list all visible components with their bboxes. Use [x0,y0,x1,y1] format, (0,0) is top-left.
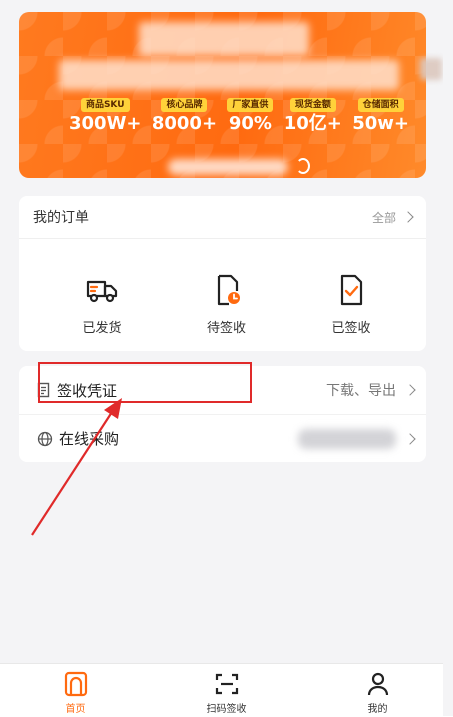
orders-header: 我的订单 全部 [19,196,426,239]
stat-sku: 商品SKU 300W+ [69,98,142,134]
arc-icon [296,158,310,174]
globe-icon [37,431,53,446]
stat-value: 10亿+ [283,113,342,134]
row-left: 签收凭证 [37,380,117,401]
row-label: 签收凭证 [57,381,118,400]
links-card: 签收凭证 下载、导出 在线采购 [19,366,426,462]
online-purchase-row[interactable]: 在线采购 [19,414,426,462]
stat-label: 核心品牌 [161,98,208,112]
pending-doc-icon [217,274,240,306]
banner-cta-button[interactable] [164,155,312,178]
tab-mine[interactable]: 我的 [318,664,438,717]
stat-value: 8000+ [151,113,218,134]
row-right: 下载、导出 [326,380,416,400]
stat-brands: 核心品牌 8000+ [152,98,217,134]
order-status-signed[interactable]: 已签收 [316,273,386,336]
order-status-label: 待签收 [206,321,246,336]
chevron-right-icon [404,432,416,445]
window-edge [443,0,453,716]
truck-icon [86,280,118,303]
stat-warehouse: 仓储面积 50w+ [352,98,409,134]
stat-label: 厂家直供 [227,98,274,112]
promo-banner[interactable]: 商品SKU 300W+ 核心品牌 8000+ 厂家直供 90% 现货金额 10亿… [19,12,426,178]
order-status-label: 已发货 [82,321,122,336]
receipt-icon [37,382,50,398]
stat-value: 90% [228,113,272,134]
scan-icon [215,673,238,695]
stat-label: 现货金额 [289,98,336,112]
home-icon [64,671,87,697]
banner-stats: 商品SKU 300W+ 核心品牌 8000+ 厂家直供 90% 现货金额 10亿… [69,98,409,134]
stat-label: 仓储面积 [357,98,404,112]
user-icon [367,672,388,696]
tab-home[interactable]: 首页 [16,664,136,717]
order-status-shipped[interactable]: 已发货 [67,273,137,336]
order-status-label: 已签收 [331,321,371,336]
orders-card: 我的订单 全部 已发货 待签收 已签收 [19,196,426,351]
tab-scan-sign[interactable]: 扫码签收 [167,664,287,717]
redacted-row-value [298,428,396,449]
order-status-pending[interactable]: 待签收 [192,273,262,336]
stat-value: 50w+ [352,113,409,134]
redacted-title [139,22,309,56]
tab-label: 我的 [367,704,388,715]
tab-label: 首页 [65,704,86,715]
chevron-right-icon [404,384,416,396]
order-status-list: 已发货 待签收 已签收 [19,273,426,336]
view-all-label: 全部 [371,210,396,225]
row-left: 在线采购 [37,428,119,449]
redacted-subtitle [59,60,399,90]
stat-stock: 现货金额 10亿+ [284,98,342,134]
chevron-right-icon [402,211,414,223]
stat-direct: 厂家直供 90% [227,98,274,134]
redacted-cta-text [168,159,288,175]
orders-title: 我的订单 [33,210,89,226]
bottom-tab-bar: 首页 扫码签收 我的 [0,663,453,717]
signed-doc-icon [340,274,363,306]
tab-label: 扫码签收 [206,704,247,715]
stat-label: 商品SKU [80,98,130,112]
receipt-voucher-row[interactable]: 签收凭证 下载、导出 [19,366,426,414]
redacted-side-element [420,58,442,80]
download-export-label: 下载、导出 [326,383,396,399]
row-label: 在线采购 [59,430,120,448]
stat-value: 300W+ [69,113,142,134]
view-all-orders-link[interactable]: 全部 [371,209,414,226]
row-right [298,428,416,449]
